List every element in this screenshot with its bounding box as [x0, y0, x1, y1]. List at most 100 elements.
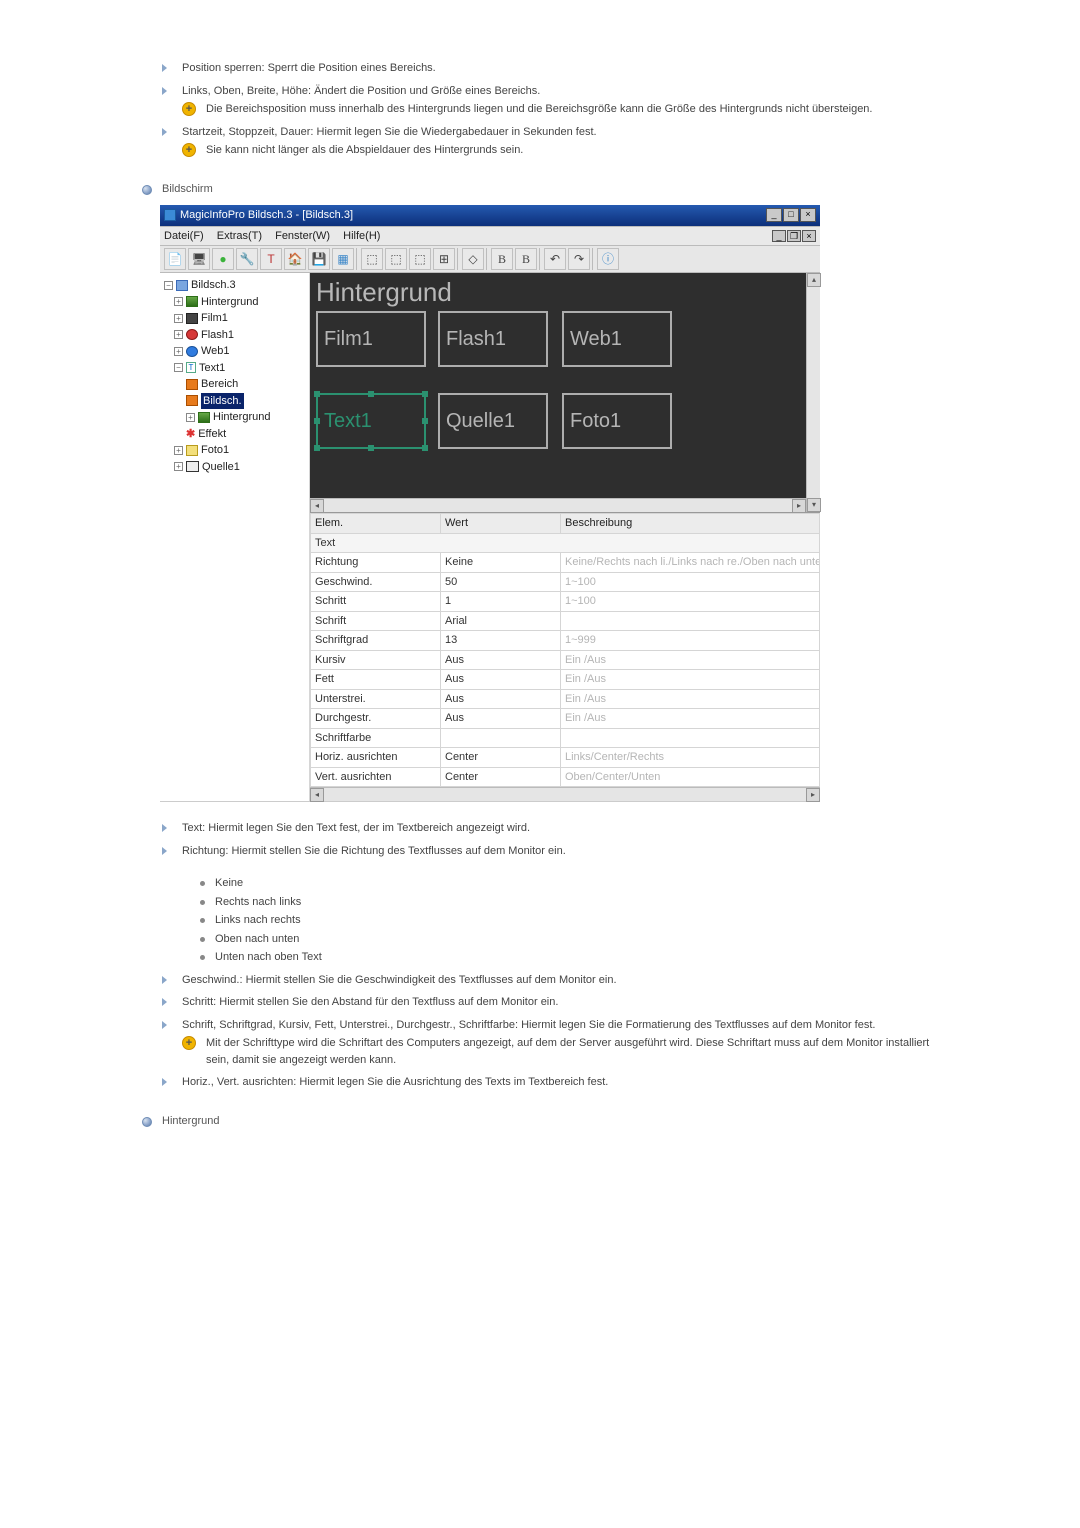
table-row[interactable]: KursivAusEin /Aus [311, 650, 820, 670]
table-row[interactable]: FettAusEin /Aus [311, 670, 820, 690]
note-text: Sie kann nicht länger als die Abspieldau… [206, 142, 523, 159]
bullet-text: Position sperren: Sperrt die Position ei… [182, 60, 436, 77]
toolbar-button[interactable]: 🔧 [236, 248, 258, 270]
toolbar-button[interactable]: ● [212, 248, 234, 270]
bullet-body: Horiz., Vert. ausrichten: Hiermit legen … [182, 1074, 608, 1091]
heading-hintergrund: Hintergrund [142, 1113, 950, 1130]
toolbar-button[interactable]: ⬚ [385, 248, 407, 270]
bullet-schritt: Schritt: Hiermit stellen Sie den Abstand… [160, 994, 950, 1011]
table-row[interactable]: SchriftArial [311, 611, 820, 631]
tree-node[interactable]: −Bildsch.3 [162, 277, 307, 294]
toolbar-button[interactable]: T [260, 248, 282, 270]
menu-item[interactable]: Hilfe(H) [343, 230, 380, 242]
tree-node[interactable]: +Film1 [162, 310, 307, 327]
table-row[interactable]: Unterstrei.AusEin /Aus [311, 689, 820, 709]
toolbar-button[interactable]: 📄 [164, 248, 186, 270]
col-elem[interactable]: Elem. [311, 514, 441, 534]
tree-node[interactable]: +Hintergrund [162, 409, 307, 426]
chevron-icon [160, 126, 172, 138]
window-buttons: _ □ × [766, 208, 816, 222]
tile-foto1[interactable]: Foto1 [562, 393, 672, 449]
menu-item[interactable]: Fenster(W) [275, 230, 330, 242]
toolbar-button[interactable]: B [515, 248, 537, 270]
tree-node-selected[interactable]: Bildsch. [162, 393, 307, 410]
toolbar-separator [486, 248, 489, 270]
menubar: Datei(F) Extras(T) Fenster(W) Hilfe(H) _… [160, 226, 820, 247]
bullet-body: Richtung: Hiermit stellen Sie die Richtu… [182, 843, 566, 860]
scroll-down-icon[interactable]: ▾ [807, 498, 821, 512]
table-row[interactable]: Schriftgrad131~999 [311, 631, 820, 651]
toolbar-button[interactable]: B [491, 248, 513, 270]
sphere-icon [142, 1117, 152, 1127]
table-row[interactable]: Geschwind.501~100 [311, 572, 820, 592]
sphere-icon [142, 185, 152, 195]
dot-icon [200, 955, 205, 960]
col-wert[interactable]: Wert [441, 514, 561, 534]
tile-flash1[interactable]: Flash1 [438, 311, 548, 367]
heading-text: Hintergrund [162, 1113, 219, 1130]
props-scrollbar[interactable]: ◂ ▸ [310, 787, 820, 801]
scroll-right-icon[interactable]: ▸ [806, 788, 820, 802]
scroll-left-icon[interactable]: ◂ [310, 499, 324, 513]
doc-minimize[interactable]: _ [772, 230, 786, 242]
scroll-left-icon[interactable]: ◂ [310, 788, 324, 802]
tree-node[interactable]: +Quelle1 [162, 459, 307, 476]
bullet-body: Schrift, Schriftgrad, Kursiv, Fett, Unte… [182, 1017, 875, 1034]
canvas[interactable]: Hintergrund Film1 Flash1 Web1 Text1 Quel… [310, 273, 820, 513]
toolbar-button[interactable]: 💾 [308, 248, 330, 270]
toolbar-button[interactable]: ▦ [332, 248, 354, 270]
close-button[interactable]: × [800, 208, 816, 222]
toolbar-button[interactable]: 🖥 [188, 248, 210, 270]
menu-item[interactable]: Extras(T) [217, 230, 262, 242]
toolbar-button[interactable]: 🏠 [284, 248, 306, 270]
app-screenshot: MagicInfoPro Bildsch.3 - [Bildsch.3] _ □… [160, 205, 820, 802]
plus-icon: + [182, 102, 196, 116]
tile-text1-selected[interactable]: Text1 [316, 393, 426, 449]
dot-icon [200, 900, 205, 905]
table-row[interactable]: Durchgestr.AusEin /Aus [311, 709, 820, 729]
info-button[interactable]: ⓘ [597, 248, 619, 270]
tree-node[interactable]: +Foto1 [162, 442, 307, 459]
table-row[interactable]: Horiz. ausrichtenCenterLinks/Center/Rech… [311, 748, 820, 768]
toolbar: 📄 🖥 ● 🔧 T 🏠 💾 ▦ ⬚ ⬚ ⬚ ⊞ ◇ B B ↶ ↷ ⓘ [160, 246, 820, 273]
dot-icon [200, 937, 205, 942]
minimize-button[interactable]: _ [766, 208, 782, 222]
chevron-icon [160, 996, 172, 1008]
doc-close[interactable]: × [802, 230, 816, 242]
properties-table: Elem. Wert Beschreibung Text RichtungKei… [310, 513, 820, 787]
chevron-icon [160, 845, 172, 857]
tile-film1[interactable]: Film1 [316, 311, 426, 367]
richtung-opt: Rechts nach links [200, 894, 950, 911]
tree-node[interactable]: +Web1 [162, 343, 307, 360]
table-row[interactable]: RichtungKeineKeine/Rechts nach li./Links… [311, 553, 820, 573]
scroll-right-icon[interactable]: ▸ [792, 499, 806, 513]
redo-button[interactable]: ↷ [568, 248, 590, 270]
doc-restore[interactable]: ❐ [787, 230, 801, 242]
tree-node[interactable]: +Flash1 [162, 327, 307, 344]
undo-button[interactable]: ↶ [544, 248, 566, 270]
tree-node[interactable]: Bereich [162, 376, 307, 393]
properties-panel: Elem. Wert Beschreibung Text RichtungKei… [310, 513, 820, 801]
tree-node[interactable]: +Hintergrund [162, 294, 307, 311]
chevron-icon [160, 1019, 172, 1031]
tree-node[interactable]: ✱Effekt [162, 426, 307, 443]
bullet-text: Text: Hiermit legen Sie den Text fest, d… [160, 820, 950, 837]
scrollbar-vertical[interactable]: ▴ ▾ [806, 273, 820, 512]
toolbar-button[interactable]: ⬚ [361, 248, 383, 270]
col-besch[interactable]: Beschreibung [561, 514, 820, 534]
tile-web1[interactable]: Web1 [562, 311, 672, 367]
scrollbar-horizontal[interactable]: ◂ ▸ [310, 498, 806, 512]
dot-icon [200, 918, 205, 923]
tree-node[interactable]: −TText1 [162, 360, 307, 377]
table-row[interactable]: Schritt11~100 [311, 592, 820, 612]
toolbar-button[interactable]: ⬚ [409, 248, 431, 270]
table-row[interactable]: Schriftfarbe [311, 728, 820, 748]
maximize-button[interactable]: □ [783, 208, 799, 222]
toolbar-button[interactable]: ◇ [462, 248, 484, 270]
scroll-up-icon[interactable]: ▴ [807, 273, 821, 287]
menu-item[interactable]: Datei(F) [164, 230, 204, 242]
toolbar-button[interactable]: ⊞ [433, 248, 455, 270]
tile-quelle1[interactable]: Quelle1 [438, 393, 548, 449]
table-row[interactable]: Vert. ausrichtenCenterOben/Center/Unten [311, 767, 820, 787]
toolbar-separator [457, 248, 460, 270]
